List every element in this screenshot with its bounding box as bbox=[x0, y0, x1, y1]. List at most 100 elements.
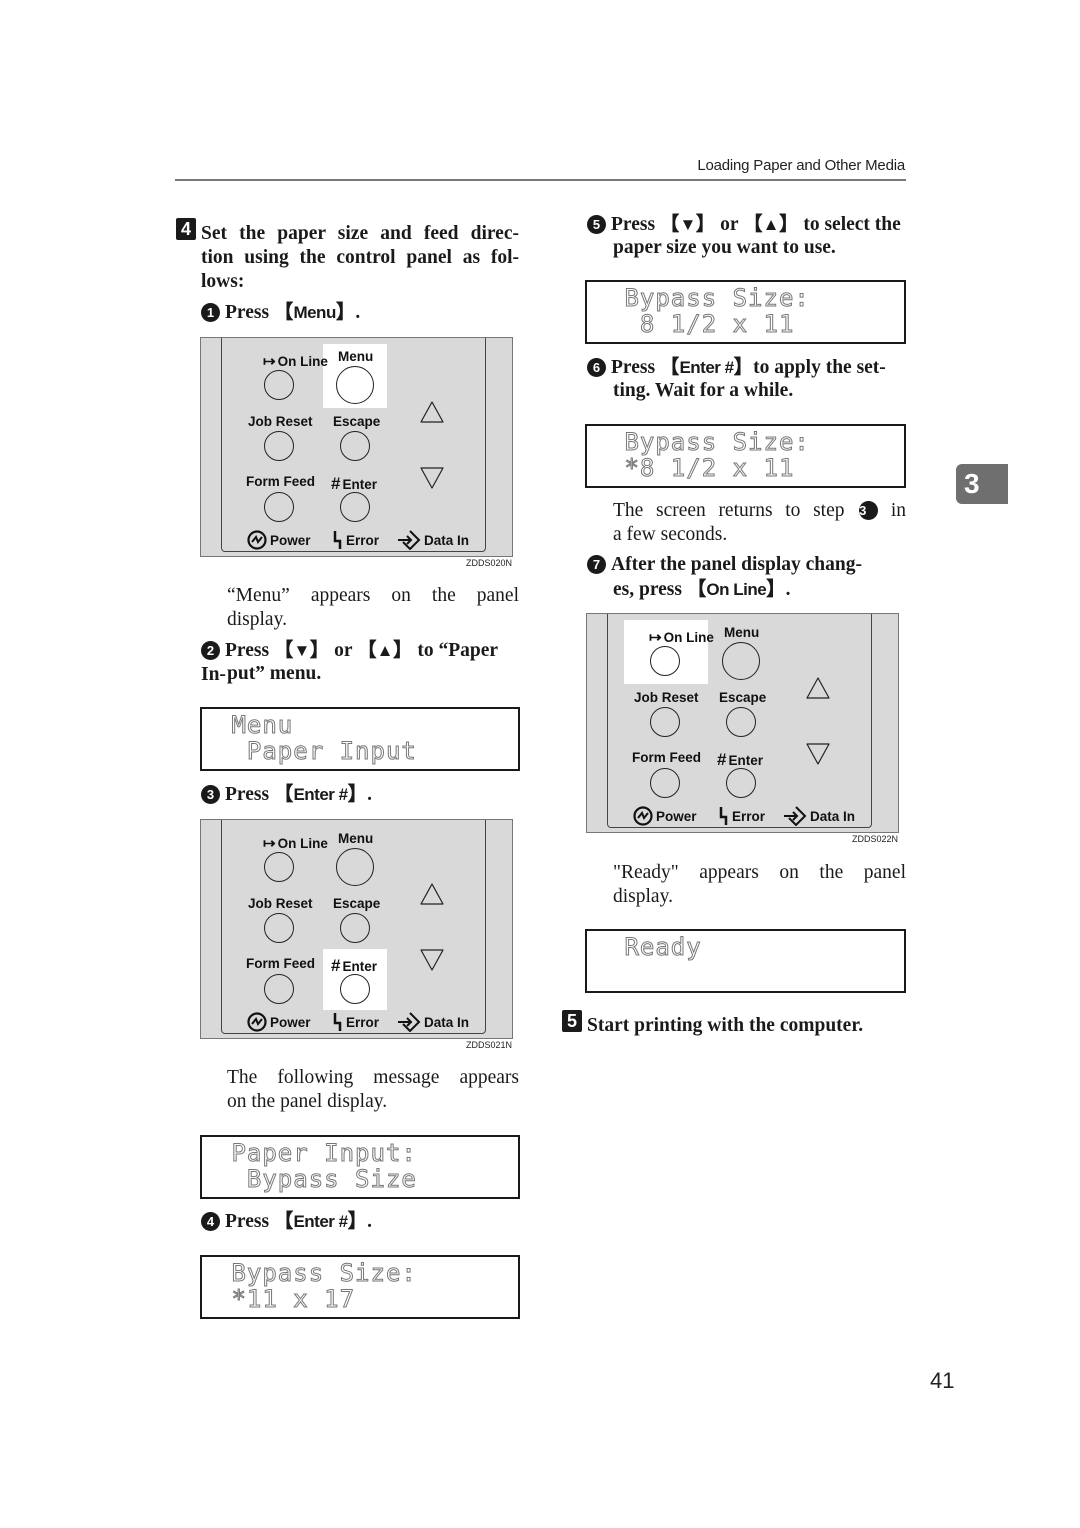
header-rule bbox=[175, 179, 906, 181]
lcd-display-ready: Ready bbox=[585, 929, 906, 993]
key-up: ▲ bbox=[376, 641, 394, 660]
control-panel-figure-3: ↦ On Line Menu Job Reset Escape Form Feed # Ent… bbox=[586, 613, 899, 833]
substep-3-note-line1: The following message appears bbox=[227, 1067, 519, 1088]
escape-label: Escape bbox=[333, 414, 381, 429]
substep-7-note-line1: "Ready" appears on the panel bbox=[613, 862, 906, 883]
substep-number: 1 bbox=[201, 303, 220, 322]
up-arrow-button[interactable] bbox=[419, 882, 445, 906]
substep-6-note-line2: a few seconds. bbox=[613, 524, 728, 545]
figure-code: ZDDS021N bbox=[466, 1040, 513, 1050]
escape-button[interactable] bbox=[726, 707, 756, 737]
substep-3-note-line2: on the panel display. bbox=[227, 1091, 388, 1112]
error-indicator: Error bbox=[333, 1012, 379, 1032]
enter-label: # Enter bbox=[331, 956, 377, 975]
error-icon bbox=[333, 1013, 342, 1031]
up-arrow-button[interactable] bbox=[419, 400, 445, 424]
job-reset-label: Job Reset bbox=[248, 414, 313, 429]
menu-button[interactable] bbox=[722, 642, 760, 680]
lcd-line-1: Paper Input: bbox=[216, 1139, 417, 1167]
substep-1-note-line2: display. bbox=[227, 609, 287, 630]
down-arrow-button[interactable] bbox=[805, 742, 831, 766]
enter-button[interactable] bbox=[340, 974, 370, 1004]
key-down: ▼ bbox=[293, 641, 310, 660]
step-4-marker: 4 bbox=[176, 218, 196, 240]
lcd-line-1: Bypass Size: bbox=[609, 428, 810, 456]
menu-label: Menu bbox=[338, 831, 374, 846]
job-reset-button[interactable] bbox=[264, 431, 294, 461]
lcd-line-2: *11 x 17 bbox=[216, 1285, 356, 1313]
enter-button[interactable] bbox=[726, 768, 756, 798]
power-icon bbox=[633, 806, 653, 826]
online-button[interactable] bbox=[264, 370, 294, 400]
step-ref-badge: 3 bbox=[859, 501, 879, 520]
form-feed-label: Form Feed bbox=[246, 956, 316, 971]
substep-7: 7 After the panel display chang- bbox=[587, 553, 907, 577]
key-up: ▲ bbox=[762, 215, 780, 234]
form-feed-button[interactable] bbox=[650, 768, 680, 798]
step-4-line3: lows: bbox=[201, 271, 245, 292]
form-feed-button[interactable] bbox=[264, 492, 294, 522]
power-indicator: Power bbox=[247, 530, 311, 550]
enter-button[interactable] bbox=[340, 492, 370, 522]
lcd-line-2: *8 1/2 x 11 bbox=[609, 454, 795, 482]
key-down: ▼ bbox=[679, 215, 696, 234]
step-5-text: Start printing with the computer. bbox=[587, 1015, 864, 1036]
substep-2-line2: put” menu. bbox=[227, 663, 322, 684]
step-number-badge: 5 bbox=[562, 1010, 582, 1032]
hash-icon: # bbox=[331, 956, 341, 975]
form-feed-button[interactable] bbox=[264, 974, 294, 1004]
key-menu: Menu bbox=[293, 303, 336, 322]
online-arrow-icon: ↦ bbox=[649, 629, 662, 646]
substep-number: 3 bbox=[201, 785, 220, 804]
menu-label: Menu bbox=[338, 349, 374, 364]
lcd-display-bypass-11x17: Bypass Size: *11 x 17 bbox=[200, 1255, 520, 1319]
substep-7-line2: es, press 【On Line】. bbox=[613, 577, 791, 600]
escape-button[interactable] bbox=[340, 431, 370, 461]
power-indicator: Power bbox=[247, 1012, 311, 1032]
job-reset-button[interactable] bbox=[650, 707, 680, 737]
lcd-display-bypass-8-5x11: Bypass Size: 8 1/2 x 11 bbox=[585, 280, 906, 344]
error-icon bbox=[719, 807, 728, 825]
substep-5: 5 Press 【▼】 or 【▲】 to select the bbox=[587, 212, 907, 237]
online-arrow-icon: ↦ bbox=[263, 835, 276, 852]
down-arrow-button[interactable] bbox=[419, 948, 445, 972]
online-label: ↦ On Line bbox=[263, 353, 328, 370]
up-arrow-button[interactable] bbox=[805, 676, 831, 700]
figure-code: ZDDS022N bbox=[852, 834, 899, 844]
lcd-line-1: Menu bbox=[216, 711, 294, 739]
chapter-tab: 3 bbox=[956, 464, 1008, 504]
step-number-badge: 4 bbox=[176, 218, 196, 240]
error-icon bbox=[333, 531, 342, 549]
job-reset-button[interactable] bbox=[264, 913, 294, 943]
online-button[interactable] bbox=[650, 646, 680, 676]
menu-button[interactable] bbox=[336, 848, 374, 886]
key-enter: Enter # bbox=[679, 358, 734, 377]
key-enter: Enter # bbox=[293, 1212, 348, 1231]
lcd-display-paper-input: Paper Input: Bypass Size bbox=[200, 1135, 520, 1199]
substep-number: 2 bbox=[201, 641, 220, 660]
lcd-display-bypass-8-5x11-set: Bypass Size: *8 1/2 x 11 bbox=[585, 424, 906, 488]
escape-button[interactable] bbox=[340, 913, 370, 943]
job-reset-label: Job Reset bbox=[634, 690, 699, 705]
lcd-line-2: Paper Input bbox=[216, 737, 417, 765]
job-reset-label: Job Reset bbox=[248, 896, 313, 911]
lcd-line-2: Bypass Size bbox=[216, 1165, 417, 1193]
substep-number: 4 bbox=[201, 1212, 220, 1231]
menu-button[interactable] bbox=[336, 366, 374, 404]
lcd-line-1: Bypass Size: bbox=[216, 1259, 417, 1287]
key-online: On Line bbox=[706, 580, 767, 599]
form-feed-label: Form Feed bbox=[246, 474, 316, 489]
data-in-indicator: Data In bbox=[397, 530, 469, 551]
data-in-icon bbox=[784, 806, 807, 827]
power-icon bbox=[247, 1012, 267, 1032]
step-5-marker: 5 bbox=[562, 1010, 582, 1032]
down-arrow-button[interactable] bbox=[419, 466, 445, 490]
online-label: ↦ On Line bbox=[649, 629, 714, 646]
figure-code: ZDDS020N bbox=[466, 558, 513, 568]
power-indicator: Power bbox=[633, 806, 697, 826]
online-button[interactable] bbox=[264, 852, 294, 882]
substep-5-line2: paper size you want to use. bbox=[613, 237, 836, 258]
substep-3: 3 Press 【Enter #】. bbox=[201, 782, 372, 807]
control-panel-figure-1: ↦ On Line Menu Job Reset Escape Form Feed # Ent… bbox=[200, 337, 513, 557]
substep-6-line2: ting. Wait for a while. bbox=[613, 380, 794, 401]
